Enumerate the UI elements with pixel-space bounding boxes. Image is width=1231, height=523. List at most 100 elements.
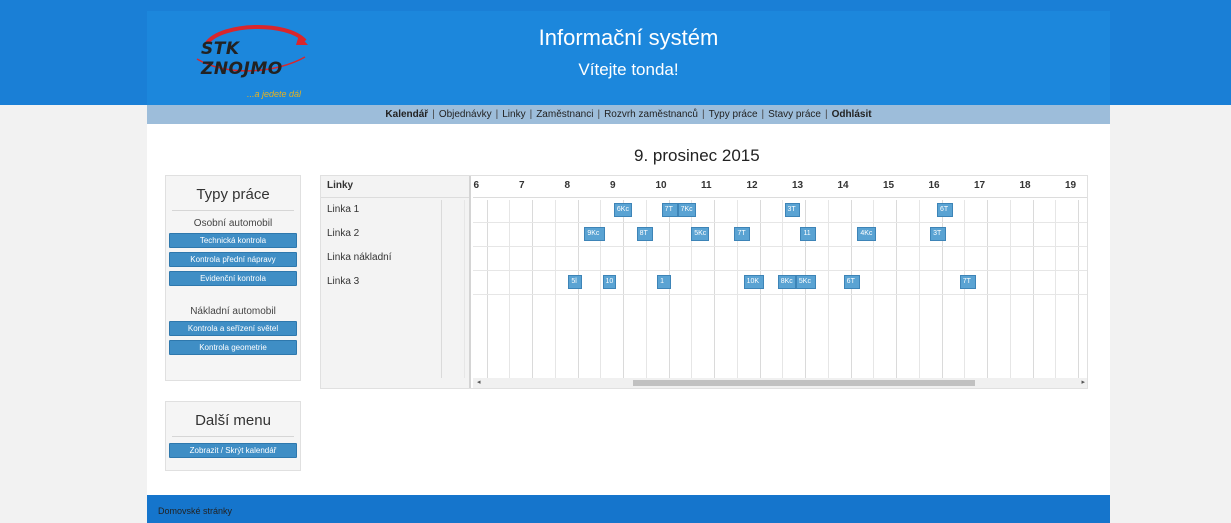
site-header: STK ZNOJMO ...a jedete dál Informační sy… [147, 11, 1110, 105]
line-label: Linka 3 [327, 276, 360, 287]
calendar-event[interactable]: 10 [602, 275, 617, 289]
row-divider [473, 246, 1087, 247]
calendar-event[interactable]: 1 [657, 275, 671, 289]
calendar-date: 9. prosinec 2015 [634, 146, 760, 165]
geometry-check-button[interactable]: Kontrola geometrie [169, 340, 297, 355]
grid-line [827, 200, 829, 378]
hour-label: 14 [837, 180, 849, 191]
calendar-event[interactable]: 6Kc [613, 203, 633, 217]
homepage-link[interactable]: Domovské stránky [158, 506, 232, 516]
grid-line [850, 200, 852, 378]
hour-label: 8 [564, 180, 571, 191]
line-label: Linka 2 [327, 228, 360, 239]
hour-label: 17 [974, 180, 986, 191]
horizontal-scrollbar[interactable]: ◂ ▸ [473, 378, 1087, 388]
nav-link[interactable]: Stavy práce [768, 109, 821, 120]
grid-line [668, 200, 670, 378]
front-axle-check-button[interactable]: Kontrola přední nápravy [169, 252, 297, 267]
truck-group-label: Nákladní automobil [190, 306, 276, 317]
calendar-event[interactable]: 5Kc [691, 227, 710, 241]
hour-label: 18 [1019, 180, 1031, 191]
work-types-title: Typy práce [196, 186, 270, 203]
scroll-right-icon[interactable]: ▸ [1081, 378, 1085, 388]
nav-link[interactable]: Typy práce [709, 109, 758, 120]
lines-column-header: Linky [321, 176, 469, 198]
more-menu-panel: Další menu Zobrazit / Skrýt kalendář [165, 401, 301, 471]
grid-line [532, 200, 533, 378]
grid-line [623, 200, 624, 378]
grid-line [987, 200, 988, 378]
calendar-event[interactable]: 6T [936, 203, 953, 217]
grid-line [463, 200, 465, 378]
hour-label: 9 [610, 180, 616, 191]
hours-header: 6 7 8 9 10 11 12 13 14 15 16 17 18 19 [473, 176, 1087, 198]
calendar-event[interactable]: 7Kc [677, 203, 696, 217]
registration-check-button[interactable]: Evidenční kontrola [169, 271, 297, 286]
logo-tagline: ...a jedete dál [247, 89, 302, 99]
page-container: STK ZNOJMO ...a jedete dál Informační sy… [147, 11, 1110, 523]
nav-link[interactable]: Linky [502, 109, 525, 120]
calendar-event[interactable]: 5l [568, 275, 583, 289]
site-footer: Domovské stránky [147, 495, 1110, 523]
page-title: Informační systém [538, 25, 719, 50]
row-divider [473, 270, 1087, 271]
hour-label: 6 [473, 180, 480, 191]
nav-separator: | [597, 109, 601, 120]
nav-separator: | [529, 109, 533, 120]
calendar-event[interactable]: 5Kc [795, 275, 817, 289]
hour-label: 16 [928, 180, 940, 191]
calendar-event[interactable]: 6T [843, 275, 860, 289]
row-divider [473, 222, 1087, 223]
technical-inspection-button[interactable]: Technická kontrola [169, 233, 297, 248]
calendar-event[interactable]: 10K [743, 275, 765, 289]
toggle-calendar-button[interactable]: Zobrazit / Skrýt kalendář [169, 443, 297, 458]
calendar-event[interactable]: 9Kc [584, 227, 605, 241]
grid-line [486, 200, 488, 378]
calendar-event[interactable]: 8T [636, 227, 653, 241]
calendar-event[interactable]: 3T [784, 203, 801, 217]
grid-line [964, 200, 966, 378]
grid-line [554, 200, 556, 378]
nav-link[interactable]: Kalendář [385, 109, 428, 120]
nav-separator: | [824, 109, 828, 120]
scrollbar-thumb[interactable] [633, 380, 975, 386]
scroll-left-icon[interactable]: ◂ [477, 378, 481, 388]
nav-link[interactable]: Odhlásit [832, 109, 872, 120]
calendar-event[interactable]: 3T [930, 227, 947, 241]
grid-line [714, 200, 715, 378]
timeline-grid[interactable]: 6Kc 7T 7Kc 3T 6T 9Kc 8T 5Kc 7T 11 4Kc 3T 5l 10 1 10K 8Kc… [441, 198, 1087, 378]
hour-label: 10 [655, 180, 667, 191]
grid-line [1032, 200, 1034, 378]
nav-link[interactable]: Objednávky [439, 109, 492, 120]
grid-line [577, 200, 579, 378]
hour-label: 15 [883, 180, 895, 191]
line-label: Linka 1 [327, 204, 360, 215]
nav-link[interactable]: Zaměstnanci [536, 109, 593, 120]
grid-line [782, 200, 784, 378]
grid-line [1078, 200, 1079, 378]
hour-label: 11 [701, 180, 712, 191]
lights-adjustment-button[interactable]: Kontrola a seřízení světel [169, 321, 297, 336]
divider [172, 210, 294, 211]
nav-separator: | [702, 109, 705, 120]
hour-label: 12 [746, 180, 758, 191]
hour-label: 7 [519, 180, 525, 191]
grid-line [509, 200, 511, 378]
grid-line [918, 200, 920, 378]
work-types-panel: Typy práce Osobní automobil Technická ko… [165, 175, 301, 381]
welcome-message: Vítejte tonda! [578, 60, 679, 79]
nav-separator: | [495, 109, 499, 120]
grid-line [759, 200, 761, 378]
calendar-event[interactable]: 11 [800, 227, 817, 241]
calendar-event[interactable]: 7T [734, 227, 751, 241]
nav-link[interactable]: Rozvrh zaměstnanců [604, 109, 698, 120]
divider [172, 436, 294, 437]
calendar-event[interactable]: 7T [661, 203, 678, 217]
line-label: Linka nákladní [327, 252, 392, 263]
line-calendar: Linky Linka 1 Linka 2 Linka nákladní Lin… [320, 175, 1088, 389]
calendar-event[interactable]: 8Kc [777, 275, 796, 289]
calendar-event[interactable]: 7T [959, 275, 976, 289]
grid-line [441, 200, 442, 378]
calendar-event[interactable]: 4Kc [857, 227, 876, 241]
grid-line [1009, 200, 1011, 378]
